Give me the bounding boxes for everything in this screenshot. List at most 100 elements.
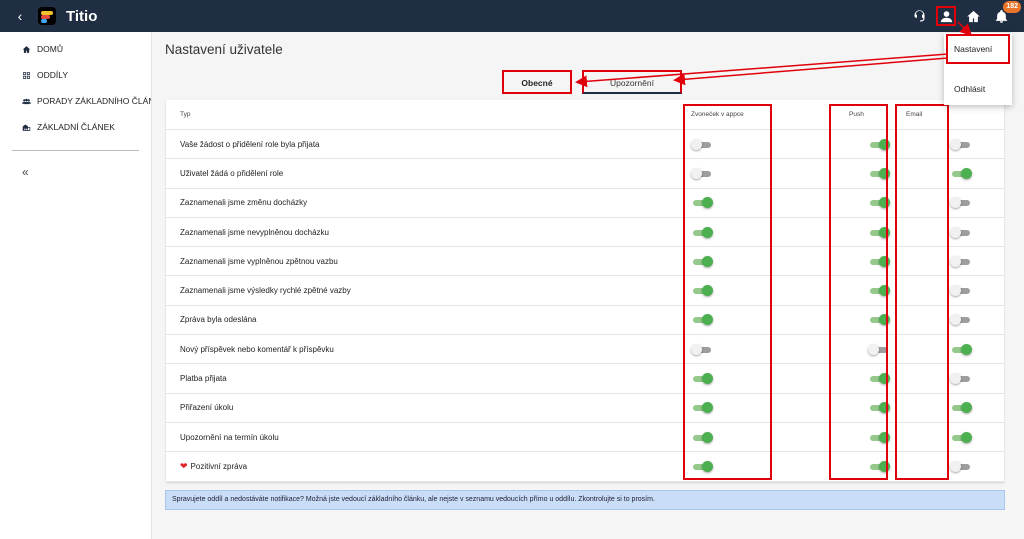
push-toggle[interactable] [868,431,890,443]
notification-count-badge: 182 [1003,1,1021,13]
menu-item-logout[interactable]: Odhlásit [944,74,1012,104]
grid-icon [23,71,30,79]
bell-toggle[interactable] [691,197,713,209]
chevron-left-icon: ‹ [17,8,23,24]
email-toggle[interactable] [950,226,972,238]
support-icon [914,9,924,21]
push-toggle[interactable] [868,226,890,238]
bell-toggle[interactable] [691,343,713,355]
info-message: Spravujete oddíl a nedostáváte notifikac… [165,490,1005,510]
bell-toggle[interactable] [691,373,713,385]
email-toggle[interactable] [950,373,972,385]
top-bar: ‹ Titio 182 [0,0,1024,32]
notification-type-cell: Uživatel žádá o přidělení role [180,169,283,178]
sidebar-divider [12,150,139,151]
user-menu-dropdown: Nastavení Odhlásit [944,33,1012,105]
bell-toggle[interactable] [691,460,713,472]
notification-type-label: Platba přijata [180,374,227,384]
home-button[interactable] [962,5,984,27]
email-toggle[interactable] [950,314,972,326]
sidebar-item-units[interactable]: ODDÍLY [0,62,151,88]
column-header-bell: Zvoneček v appce [691,111,744,118]
notification-type-label: Zaznamenali jsme výsledky rychlé zpětné … [180,286,351,296]
sidebar-item-label: PORADY ZÁKLADNÍHO ČLÁNKU [37,96,151,106]
bell-toggle[interactable] [691,167,713,179]
push-toggle[interactable] [868,255,890,267]
sidebar-item-meetings[interactable]: PORADY ZÁKLADNÍHO ČLÁNKU [0,88,151,114]
notification-type-cell: Nový příspěvek nebo komentář k příspěvku [180,345,334,354]
email-toggle[interactable] [950,197,972,209]
home-icon [966,10,980,22]
bell-toggle[interactable] [691,138,713,150]
notification-type-cell: Zaznamenali jsme změnu docházky [180,198,307,207]
notification-type-cell: Zaznamenali jsme vyplněnou zpětnou vazbu [180,257,338,266]
table-row: Zaznamenali jsme výsledky rychlé zpětné … [166,276,1004,306]
bell-toggle[interactable] [691,314,713,326]
main-content: Nastavení uživatele Obecné Upozornění Ty… [152,32,1024,539]
table-row: Platba přijata [166,364,1004,394]
notification-type-label: Upozornění na termín úkolu [180,432,279,442]
notification-type-cell: Zaznamenali jsme výsledky rychlé zpětné … [180,286,351,295]
app-logo [38,7,56,25]
push-toggle[interactable] [868,343,890,355]
push-toggle[interactable] [868,197,890,209]
notification-type-cell: Upozornění na termín úkolu [180,433,279,442]
support-button[interactable] [908,5,930,27]
table-row: Zaznamenali jsme změnu docházky [166,189,1004,218]
bell-toggle[interactable] [691,431,713,443]
heart-icon: ❤ [180,460,188,471]
push-toggle[interactable] [868,373,890,385]
sidebar-item-base-unit[interactable]: ZÁKLADNÍ ČLÁNEK [0,114,151,140]
notifications-button[interactable]: 182 [990,1,1021,27]
sidebar: DOMŮ ODDÍLY PORADY ZÁKLADNÍHO ČLÁNKU ZÁK… [0,32,152,539]
notification-type-label: Zaznamenali jsme změnu docházky [180,198,308,208]
notification-type-cell: Platba přijata [180,374,227,383]
user-menu-button[interactable] [936,6,956,26]
sidebar-item-home[interactable]: DOMŮ [0,36,151,62]
menu-item-settings[interactable]: Nastavení [946,34,1010,64]
email-toggle[interactable] [950,167,972,179]
notification-type-label: Zaznamenali jsme nevyplněnou docházku [180,227,329,237]
bell-toggle[interactable] [691,402,713,414]
bell-toggle[interactable] [691,226,713,238]
email-toggle[interactable] [950,138,972,150]
table-row: Upozornění na termín úkolu [166,423,1004,453]
table-row: Zaznamenali jsme nevyplněnou docházku [166,218,1004,248]
tab-general[interactable]: Obecné [502,70,572,94]
email-toggle[interactable] [950,460,972,472]
collapse-sidebar-button[interactable]: « [22,165,151,179]
home-icon [22,45,31,53]
table-row: Nový příspěvek nebo komentář k příspěvku [166,335,1004,365]
push-toggle[interactable] [868,314,890,326]
email-toggle[interactable] [950,431,972,443]
push-toggle[interactable] [868,460,890,472]
building-icon [22,124,31,131]
column-header-email: Email [906,111,923,118]
push-toggle[interactable] [868,138,890,150]
bell-toggle[interactable] [691,285,713,297]
table-header: Typ Zvoneček v appce Push Email [166,100,1004,130]
page-title: Nastavení uživatele [165,42,283,57]
back-button[interactable]: ‹ [6,8,34,24]
notification-type-label: Pozitivní zpráva [190,461,248,471]
sidebar-item-label: DOMŮ [37,44,63,54]
email-toggle[interactable] [950,255,972,267]
group-icon [22,98,31,104]
notification-type-label: Zaznamenali jsme vyplněnou zpětnou vazbu [180,256,338,266]
push-toggle[interactable] [868,285,890,297]
email-toggle[interactable] [950,343,972,355]
table-row: Uživatel žádá o přidělení role [166,159,1004,189]
email-toggle[interactable] [950,285,972,297]
sidebar-item-label: ZÁKLADNÍ ČLÁNEK [37,122,115,132]
table-row: Zpráva byla odeslána [166,306,1004,336]
push-toggle[interactable] [868,167,890,179]
email-toggle[interactable] [950,402,972,414]
table-row: Přiřazení úkolu [166,394,1004,423]
user-icon [940,10,952,22]
bell-toggle[interactable] [691,255,713,267]
column-header-type: Typ [180,111,191,118]
notification-type-label: Vaše žádost o přidělení role byla přijat… [180,139,320,149]
tab-notifications[interactable]: Upozornění [582,70,682,94]
notification-settings-table: Typ Zvoneček v appce Push Email Vaše žád… [166,100,1004,482]
push-toggle[interactable] [868,402,890,414]
